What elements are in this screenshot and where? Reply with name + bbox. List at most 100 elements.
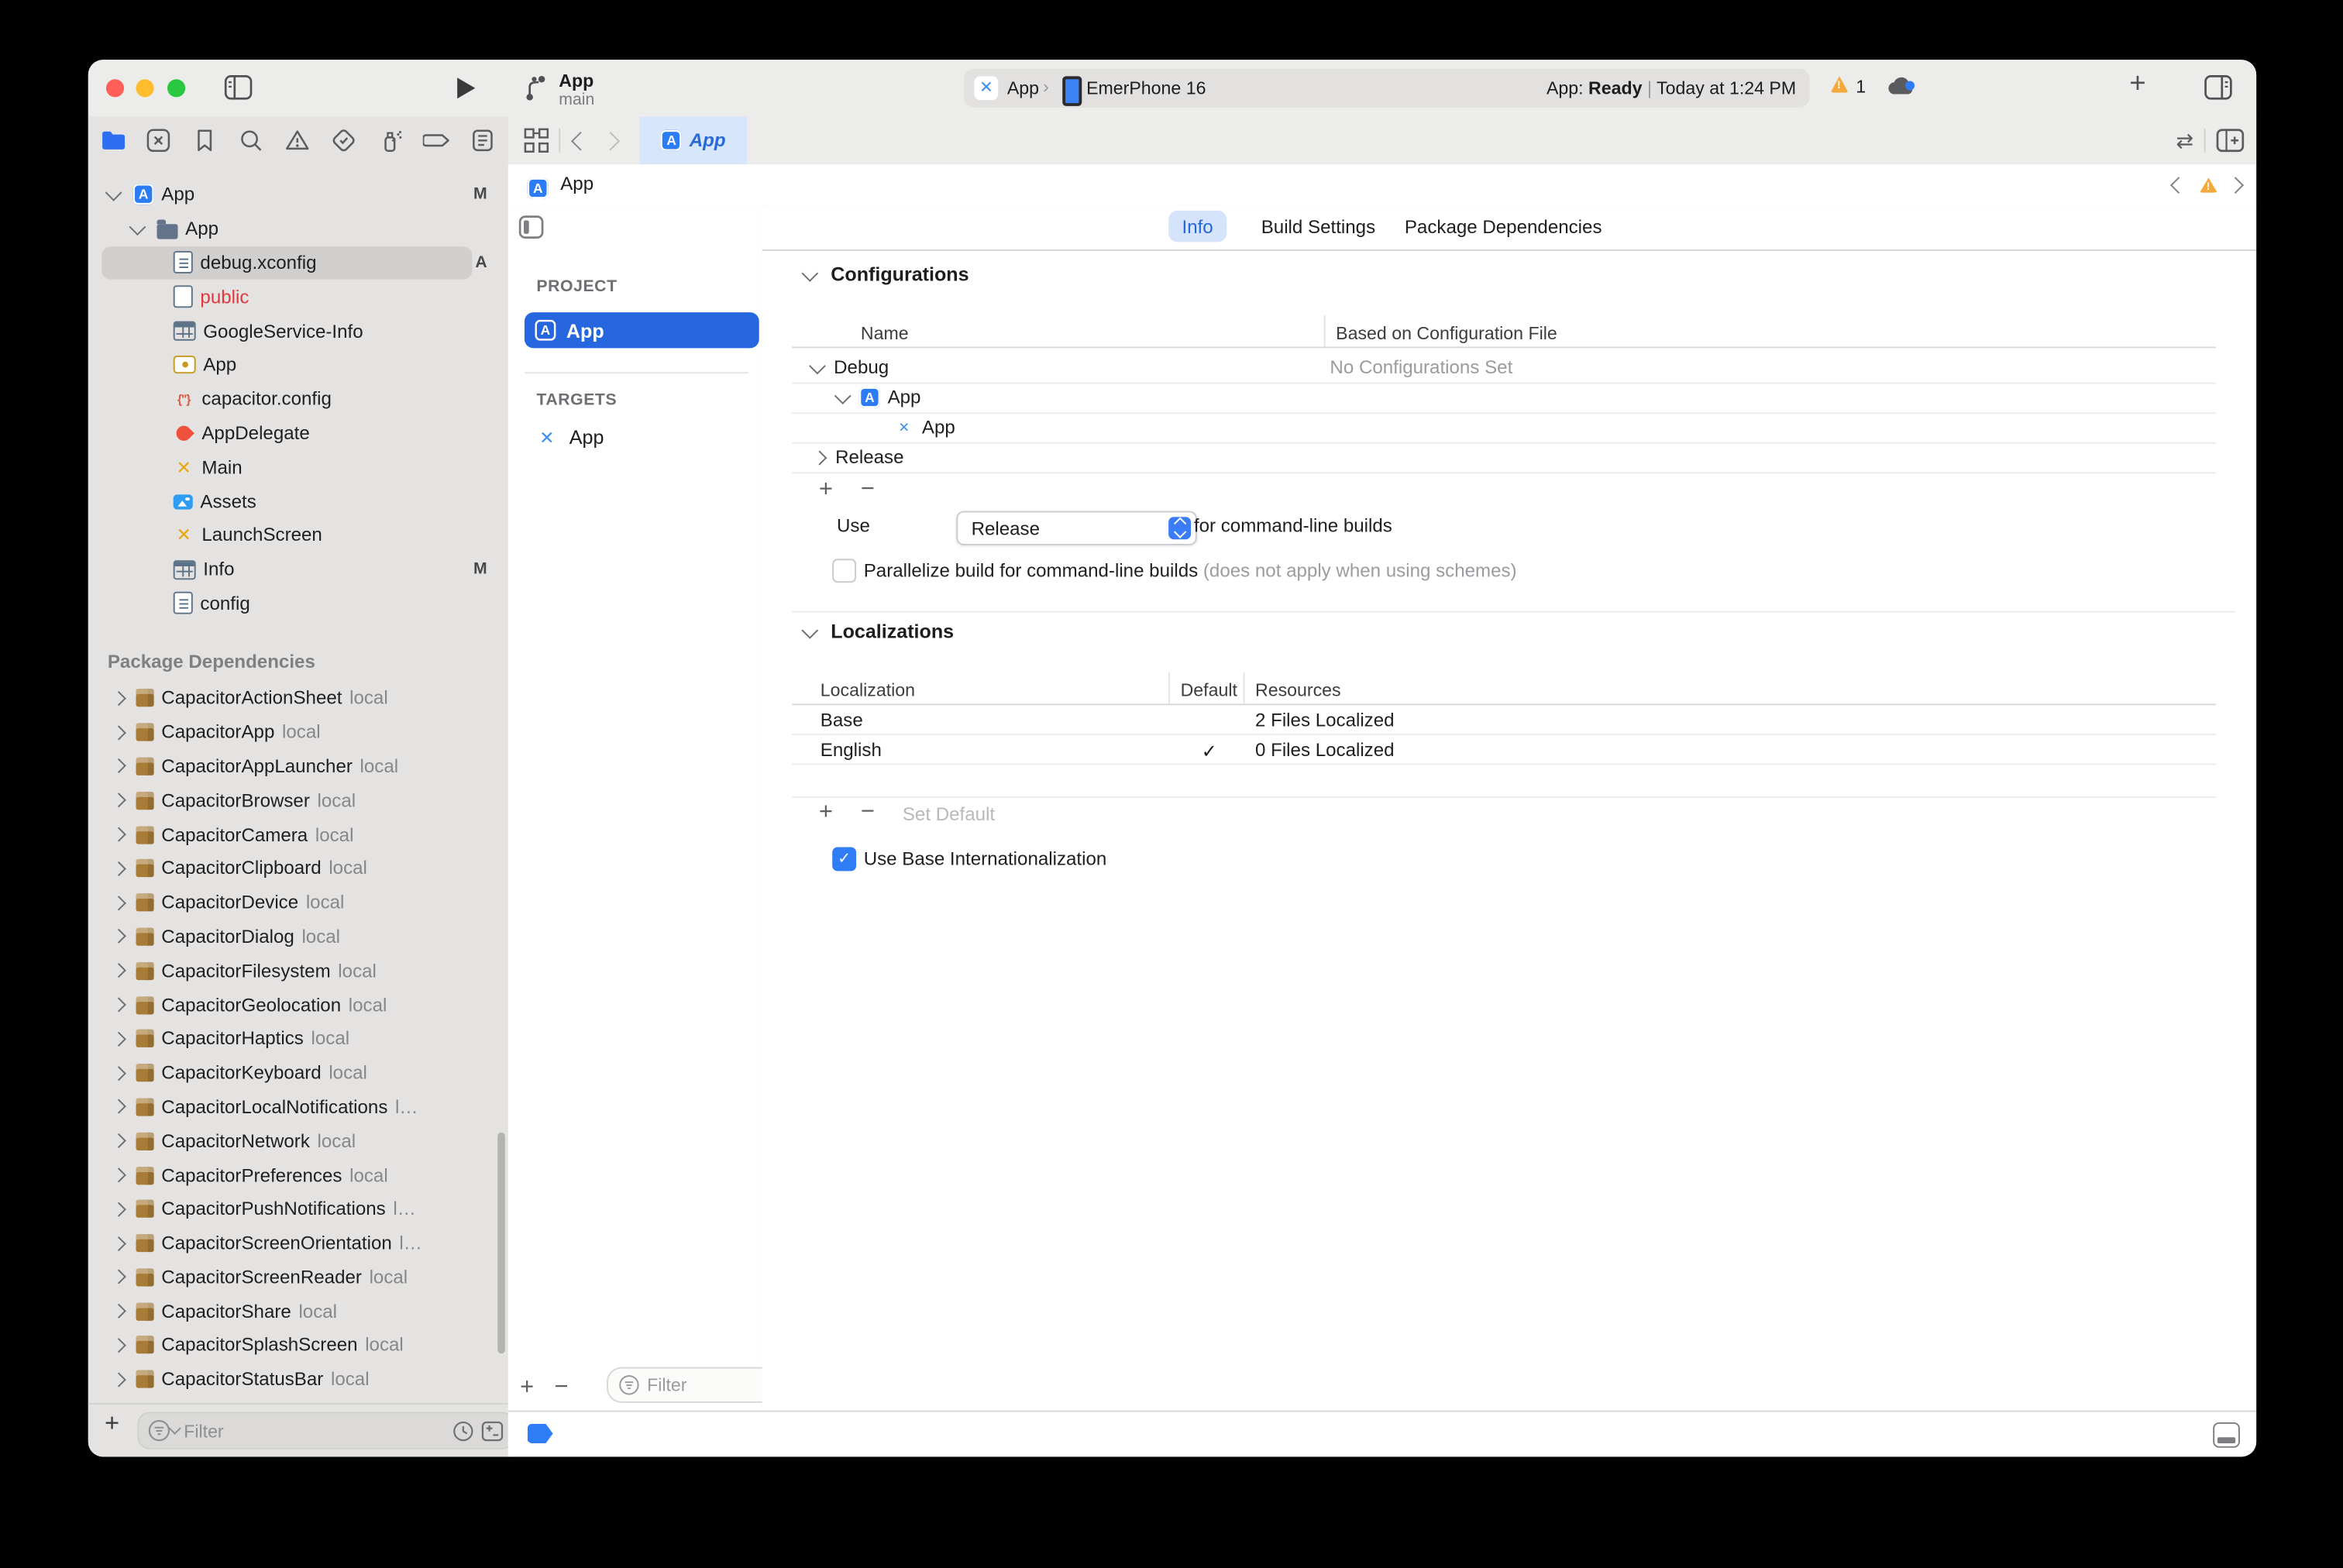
zoom-window-button[interactable] (167, 79, 185, 97)
package-row[interactable]: CapacitorScreenOrientation l… (88, 1226, 508, 1260)
package-row[interactable]: CapacitorLocalNotifications l… (88, 1090, 508, 1124)
test-navigator-icon[interactable] (330, 127, 357, 154)
run-button[interactable] (457, 77, 475, 98)
run-destination-selector[interactable]: EmerPhone 16 (1086, 77, 1206, 98)
configurations-disclosure[interactable] (801, 265, 818, 282)
file-row[interactable]: Main (88, 450, 508, 484)
minimize-window-button[interactable] (136, 79, 153, 97)
new-tab-button[interactable]: + (2129, 69, 2145, 101)
disclosure-icon[interactable] (112, 827, 126, 842)
warning-icon[interactable]: ! (2200, 174, 2217, 201)
bookmarks-navigator-icon[interactable] (191, 127, 218, 154)
add-configuration-button[interactable]: + (819, 476, 833, 504)
use-base-internationalization-checkbox[interactable]: ✓ (832, 847, 856, 871)
disclosure-icon[interactable] (112, 963, 126, 978)
package-row[interactable]: CapacitorFilesystem local (88, 954, 508, 988)
tab-package-dependencies[interactable]: Package Dependencies (1391, 211, 1615, 242)
remove-localization-button[interactable]: − (861, 799, 875, 827)
scheme-selector[interactable]: App (1007, 77, 1039, 98)
toggle-navigator-icon[interactable] (224, 74, 253, 100)
add-target-button[interactable]: + (520, 1374, 534, 1401)
package-row[interactable]: CapacitorStatusBar local (88, 1363, 508, 1397)
file-row[interactable]: Assets (88, 484, 508, 518)
package-row[interactable]: CapacitorHaptics local (88, 1022, 508, 1056)
file-row[interactable]: App (88, 211, 508, 246)
disclosure-icon[interactable] (112, 1202, 126, 1216)
source-control-navigator-icon[interactable] (145, 127, 172, 154)
package-row[interactable]: CapacitorPreferences local (88, 1158, 508, 1192)
disclosure-icon[interactable] (112, 896, 126, 910)
config-debug-value[interactable]: No Configurations Set (1330, 357, 1512, 378)
navigator-filter-field[interactable]: Filter (137, 1412, 514, 1449)
package-row[interactable]: CapacitorNetwork local (88, 1124, 508, 1158)
disclosure-icon[interactable] (105, 184, 122, 201)
disclosure-icon[interactable] (112, 1031, 126, 1046)
file-row[interactable]: App (88, 348, 508, 382)
swap-editor-icon[interactable]: ⇄ (2176, 129, 2194, 154)
package-row[interactable]: CapacitorClipboard local (88, 851, 508, 885)
package-row[interactable]: CapacitorCamera local (88, 817, 508, 851)
disclosure-icon[interactable] (112, 1065, 126, 1080)
file-row[interactable]: public (88, 280, 508, 314)
parallelize-checkbox[interactable] (832, 559, 856, 583)
file-row[interactable]: capacitor.config (88, 382, 508, 416)
debug-navigator-icon[interactable] (378, 127, 405, 154)
recent-filter-icon[interactable] (452, 1420, 473, 1441)
project-row-app[interactable]: App (525, 312, 759, 348)
close-window-button[interactable] (106, 79, 124, 97)
package-row[interactable]: CapacitorActionSheet local (88, 681, 508, 715)
disclosure-icon[interactable] (112, 725, 126, 740)
disclosure-icon[interactable] (112, 997, 126, 1012)
breakpoints-toggle-icon[interactable] (528, 1424, 553, 1443)
file-row[interactable]: Info M (88, 552, 508, 586)
file-row[interactable]: debug.xconfig A (88, 246, 508, 280)
issue-navigator-icon[interactable] (284, 127, 311, 154)
project-filter-field[interactable]: Filter (607, 1367, 776, 1403)
next-issue-button[interactable] (2227, 177, 2244, 194)
file-row[interactable]: AppDelegate (88, 416, 508, 450)
file-row[interactable]: LaunchScreen (88, 518, 508, 552)
package-row[interactable]: CapacitorApp local (88, 715, 508, 749)
disclosure-icon[interactable] (112, 1270, 126, 1284)
tab-build-settings[interactable]: Build Settings (1247, 211, 1388, 242)
jumpbar-item[interactable]: App (560, 174, 593, 194)
config-row-release[interactable]: Release (814, 442, 903, 473)
warning-icon[interactable]: ! (1830, 73, 1848, 100)
disclosure-icon[interactable] (112, 1133, 126, 1148)
add-file-button[interactable]: + (105, 1409, 119, 1439)
localizations-disclosure[interactable] (801, 622, 818, 639)
config-row-app-project[interactable]: App (837, 383, 920, 413)
target-row-app[interactable]: App (536, 426, 604, 449)
tab-info[interactable]: Info (1168, 211, 1227, 242)
add-editor-icon[interactable] (2216, 129, 2245, 153)
warning-count[interactable]: 1 (1856, 76, 1866, 97)
package-row[interactable]: CapacitorPushNotifications l… (88, 1192, 508, 1226)
cloud-sync-icon[interactable] (1886, 73, 1918, 100)
disclosure-icon[interactable] (809, 357, 826, 374)
tab-app[interactable]: App (639, 116, 747, 164)
package-row[interactable]: CapacitorDialog local (88, 920, 508, 954)
file-row[interactable]: config (88, 586, 508, 621)
branch-name[interactable]: main (559, 91, 594, 109)
previous-issue-button[interactable] (2170, 177, 2187, 194)
toggle-inspector-icon[interactable] (2204, 74, 2233, 100)
disclosure-icon[interactable] (112, 930, 126, 944)
hide-project-list-icon[interactable] (518, 215, 544, 239)
find-navigator-icon[interactable] (238, 127, 265, 154)
remove-configuration-button[interactable]: − (861, 476, 875, 504)
disclosure-icon[interactable] (112, 861, 126, 876)
disclosure-icon[interactable] (112, 1236, 126, 1250)
config-row-debug[interactable]: Debug (811, 352, 889, 383)
disclosure-icon[interactable] (112, 1099, 126, 1114)
disclosure-icon[interactable] (112, 691, 126, 706)
disclosure-icon[interactable] (834, 387, 852, 404)
package-row[interactable]: CapacitorAppLauncher local (88, 749, 508, 783)
disclosure-icon[interactable] (112, 793, 126, 808)
scheme-project-name[interactable]: App (559, 70, 593, 91)
package-row[interactable]: CapacitorDevice local (88, 885, 508, 920)
package-row[interactable]: CapacitorKeyboard local (88, 1056, 508, 1090)
go-back-button[interactable] (571, 132, 590, 151)
breakpoint-navigator-icon[interactable] (423, 127, 450, 154)
package-row[interactable]: CapacitorSplashScreen local (88, 1329, 508, 1363)
command-line-config-popup[interactable]: Release (956, 511, 1197, 545)
